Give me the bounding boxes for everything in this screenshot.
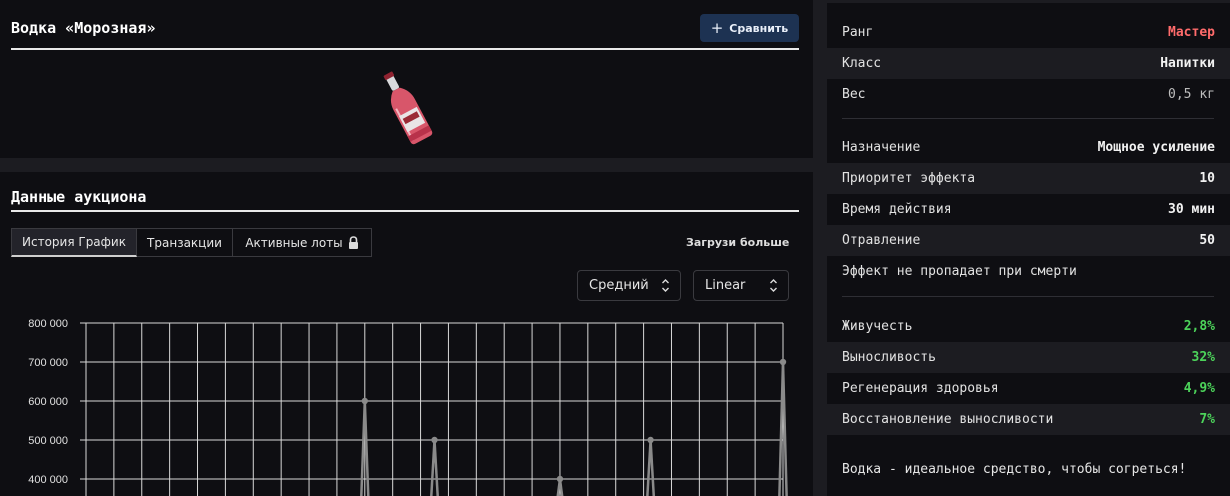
item-title: Водка «Морозная» — [11, 19, 156, 37]
y-tick-label: 400 000 — [28, 474, 68, 486]
item-image — [383, 71, 433, 145]
stat-value: 30 мин — [1168, 202, 1215, 217]
aggregation-select[interactable]: Средний — [577, 270, 681, 301]
stat-label: Отравление — [842, 233, 921, 248]
stat-row: Восстановление выносливости 7% — [827, 404, 1230, 435]
stat-label: Время действия — [842, 202, 952, 217]
y-tick-label: 500 000 — [28, 435, 68, 447]
stat-row: Эффект не пропадает при смерти — [827, 256, 1230, 287]
data-point — [361, 397, 368, 405]
stat-label: Вес — [842, 87, 866, 102]
series-line — [649, 439, 656, 496]
stat-row: Вес 0,5 кг — [827, 79, 1230, 110]
data-point — [779, 358, 787, 366]
title-underline — [11, 48, 799, 50]
stat-row: Выносливость 32% — [827, 342, 1230, 373]
aggregation-select-value: Средний — [589, 278, 649, 293]
item-panel: Водка «Морозная» + Сравнить — [0, 0, 813, 158]
plus-icon: + — [710, 18, 724, 37]
stat-value: 7% — [1199, 412, 1215, 427]
tab-label: История График — [22, 235, 126, 249]
series-line — [363, 400, 370, 496]
stat-row: Время действия 30 мин — [827, 194, 1230, 225]
stat-label: Класс — [842, 56, 882, 71]
auction-panel: Данные аукциона История График Транзакци… — [0, 172, 813, 496]
data-point — [431, 436, 438, 444]
tab-history-chart[interactable]: История График — [11, 228, 137, 257]
chart-y-axis: 800 000 700 000 600 000 500 000 400 000 — [28, 318, 86, 486]
item-description: Водка - идеальное средство, чтобы согрет… — [842, 462, 1187, 477]
stats-panel: Ранг Мастер Класс Напитки Вес 0,5 кг Назначени… — [827, 3, 1230, 496]
stat-value: 32% — [1191, 350, 1215, 365]
stat-label: Живучесть — [842, 319, 913, 334]
compare-label: Сравнить — [729, 21, 789, 35]
series-line — [781, 361, 788, 496]
stats-divider — [842, 118, 1214, 119]
tab-transactions[interactable]: Транзакции — [137, 228, 233, 257]
stat-row: Приоритет эффекта 10 — [827, 163, 1230, 194]
stat-value: 50 — [1199, 233, 1215, 248]
data-point — [647, 436, 654, 444]
stat-value: 10 — [1199, 171, 1215, 186]
stat-row: Отравление 50 — [827, 225, 1230, 256]
tab-label: Активные лоты — [245, 235, 343, 250]
stat-label: Выносливость — [842, 350, 936, 365]
stat-label: Эффект не пропадает при смерти — [842, 264, 1077, 279]
lock-icon — [348, 236, 358, 249]
stat-label: Ранг — [842, 25, 874, 40]
scale-select-value: Linear — [705, 278, 746, 293]
stat-value: Мастер — [1168, 25, 1215, 40]
stat-label: Восстановление выносливости — [842, 412, 1054, 427]
y-tick-label: 600 000 — [28, 396, 68, 408]
tab-active-lots[interactable]: Активные лоты — [233, 228, 372, 257]
stat-row: Живучесть 2,8% — [827, 311, 1230, 342]
chevron-updown-icon — [770, 279, 777, 292]
load-more-button[interactable]: Загрузи больше — [686, 236, 789, 249]
stat-label: Регенерация здоровья — [842, 381, 999, 396]
stat-row: Класс Напитки — [827, 48, 1230, 79]
stat-row: Ранг Мастер — [827, 17, 1230, 48]
stat-value: 0,5 кг — [1168, 87, 1215, 102]
chart-series — [360, 358, 788, 496]
stats-divider — [842, 296, 1214, 297]
price-history-chart: 800 000 700 000 600 000 500 000 400 000 — [28, 318, 788, 496]
tab-label: Транзакции — [147, 235, 222, 250]
auction-title: Данные аукциона — [11, 188, 147, 206]
y-tick-label: 800 000 — [28, 318, 68, 330]
stat-label: Назначение — [842, 140, 921, 155]
stat-row: Назначение Мощное усиление — [827, 132, 1230, 163]
auction-underline — [11, 210, 799, 212]
series-line — [433, 439, 439, 496]
stat-label: Приоритет эффекта — [842, 171, 976, 186]
data-point — [556, 475, 564, 483]
compare-button[interactable]: + Сравнить — [700, 14, 799, 42]
stat-value: 2,8% — [1183, 319, 1215, 334]
chart-grid — [85, 322, 784, 496]
stat-row: Регенерация здоровья 4,9% — [827, 373, 1230, 404]
stat-value: Напитки — [1160, 56, 1215, 71]
auction-tabs: История График Транзакции Активные лоты — [11, 228, 372, 257]
chevron-updown-icon — [662, 279, 669, 292]
scale-select[interactable]: Linear — [693, 270, 789, 301]
stat-value: Мощное усиление — [1097, 140, 1215, 155]
y-tick-label: 700 000 — [28, 357, 68, 369]
stat-value: 4,9% — [1183, 381, 1215, 396]
